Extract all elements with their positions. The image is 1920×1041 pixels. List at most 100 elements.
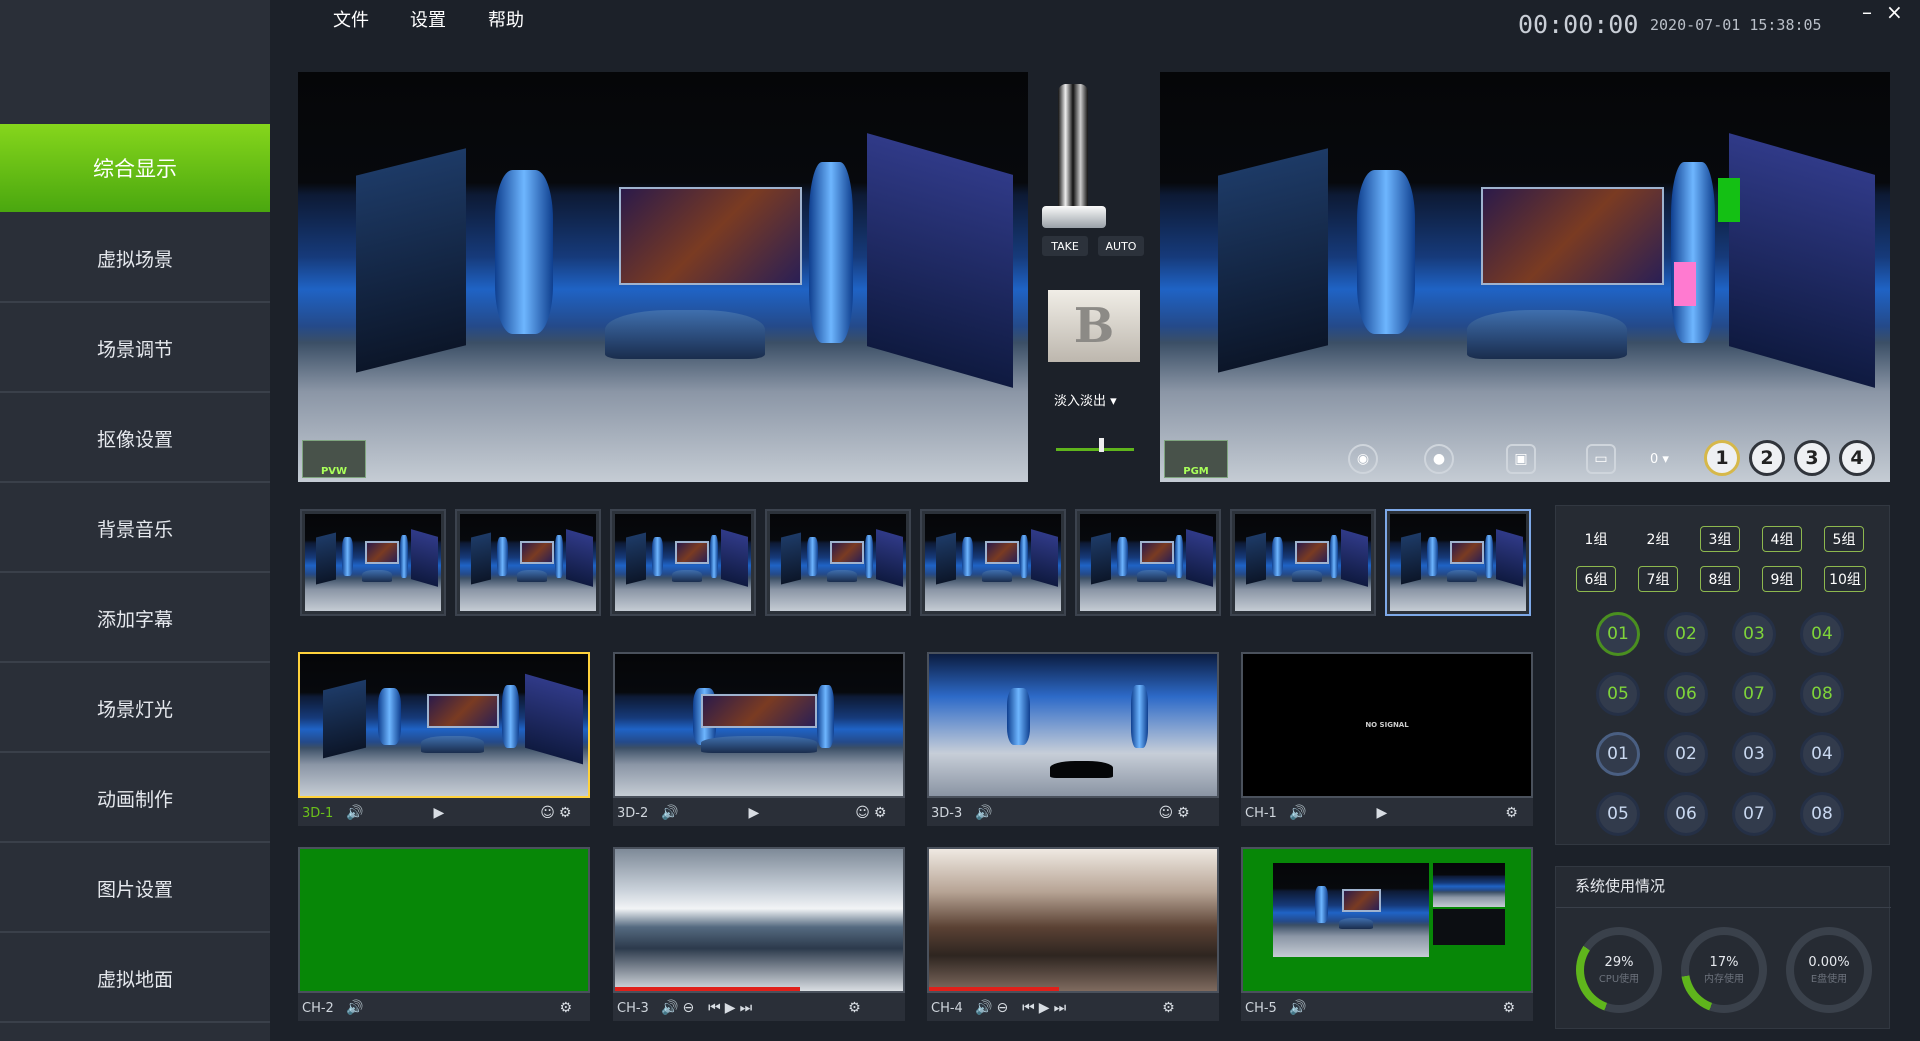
channel-button[interactable]: 05 <box>1596 672 1640 716</box>
output-1-button[interactable]: 1 <box>1704 440 1740 476</box>
speaker-icon[interactable]: 🔊 <box>975 805 992 821</box>
channel-button[interactable]: 07 <box>1732 792 1776 836</box>
channel-button[interactable]: 02 <box>1664 732 1708 776</box>
sidebar-item-keying[interactable]: 抠像设置 <box>0 395 270 483</box>
channel-button[interactable]: 08 <box>1800 672 1844 716</box>
sidebar-item-bg-music[interactable]: 背景音乐 <box>0 485 270 573</box>
transition-fader[interactable] <box>1034 82 1114 242</box>
source-card-3d-3[interactable]: 3D-3 🔊 ☺ ⚙ <box>927 652 1219 826</box>
camera-preset-thumb[interactable] <box>300 509 446 616</box>
user-icon[interactable]: ☺ <box>1158 805 1173 821</box>
channel-button[interactable]: 07 <box>1732 672 1776 716</box>
speaker-icon[interactable]: 🔊 <box>975 1000 992 1016</box>
camera-preset-thumb[interactable] <box>455 509 601 616</box>
camera-preset-thumb[interactable] <box>1385 509 1531 616</box>
channel-button[interactable]: 08 <box>1800 792 1844 836</box>
gear-icon[interactable]: ⚙ <box>848 1000 861 1016</box>
source-card-ch-5[interactable]: CH-5 🔊 ⚙ <box>1241 847 1533 1021</box>
gear-icon[interactable]: ⚙ <box>874 805 887 821</box>
channel-button[interactable]: 03 <box>1732 612 1776 656</box>
speaker-icon[interactable]: 🔊 <box>661 805 678 821</box>
preview-monitor[interactable]: PVW <box>298 72 1028 482</box>
channel-button[interactable]: 04 <box>1800 612 1844 656</box>
group-button[interactable]: 3组 <box>1700 526 1740 552</box>
channel-button[interactable]: 06 <box>1664 672 1708 716</box>
gear-icon[interactable]: ⚙ <box>1505 805 1518 821</box>
output-count-select[interactable]: 0 ▾ <box>1650 452 1669 467</box>
source-card-ch-4[interactable]: CH-4 🔊 ⊖ ⏮ ▶ ⏭ ⚙ <box>927 847 1219 1021</box>
prev-icon[interactable]: ⏮ <box>1022 1000 1035 1016</box>
source-card-3d-2[interactable]: 3D-2 🔊 ▶ ☺ ⚙ <box>613 652 905 826</box>
output-2-button[interactable]: 2 <box>1749 440 1785 476</box>
pip-icon[interactable]: ▭ <box>1586 444 1616 474</box>
transition-effect-select[interactable]: 淡入淡出 ▾ <box>1054 390 1117 409</box>
group-button[interactable]: 1组 <box>1576 526 1616 552</box>
play-icon[interactable]: ▶ <box>725 1000 736 1016</box>
record-icon[interactable]: ● <box>1424 444 1454 474</box>
channel-button[interactable]: 01 <box>1596 732 1640 776</box>
gear-icon[interactable]: ⚙ <box>1177 805 1190 821</box>
next-icon[interactable]: ⏭ <box>740 1000 753 1016</box>
source-card-ch-3[interactable]: CH-3 🔊 ⊖ ⏮ ▶ ⏭ ⚙ <box>613 847 905 1021</box>
camera-preset-thumb[interactable] <box>920 509 1066 616</box>
play-icon[interactable]: ▶ <box>1376 805 1387 821</box>
stop-icon[interactable]: ⊖ <box>682 1000 694 1016</box>
group-button[interactable]: 6组 <box>1576 566 1616 592</box>
close-button[interactable]: × <box>1886 0 1903 24</box>
minimize-button[interactable]: – <box>1862 0 1872 24</box>
sidebar-item-animation[interactable]: 动画制作 <box>0 755 270 843</box>
group-button[interactable]: 9组 <box>1762 566 1802 592</box>
user-icon[interactable]: ☺ <box>540 805 555 821</box>
gear-icon[interactable]: ⚙ <box>559 805 572 821</box>
speaker-icon[interactable]: 🔊 <box>1289 1000 1306 1016</box>
menu-file[interactable]: 文件 <box>333 6 369 32</box>
channel-button[interactable]: 02 <box>1664 612 1708 656</box>
output-3-button[interactable]: 3 <box>1794 440 1830 476</box>
channel-button[interactable]: 04 <box>1800 732 1844 776</box>
menu-help[interactable]: 帮助 <box>488 6 524 32</box>
speaker-icon[interactable]: 🔊 <box>346 805 363 821</box>
gear-icon[interactable]: ⚙ <box>1162 1000 1175 1016</box>
sidebar-item-lighting[interactable]: 场景灯光 <box>0 665 270 753</box>
group-button[interactable]: 10组 <box>1824 566 1866 592</box>
camera-preset-thumb[interactable] <box>1230 509 1376 616</box>
play-icon[interactable]: ▶ <box>748 805 759 821</box>
menu-settings[interactable]: 设置 <box>410 6 446 32</box>
logo-overlay[interactable]: B <box>1048 290 1140 362</box>
sidebar-item-subtitles[interactable]: 添加字幕 <box>0 575 270 663</box>
camera-icon[interactable]: ◉ <box>1348 444 1378 474</box>
prev-icon[interactable]: ⏮ <box>708 1000 721 1016</box>
channel-button[interactable]: 03 <box>1732 732 1776 776</box>
sidebar-item-virtual-floor[interactable]: 虚拟地面 <box>0 935 270 1023</box>
source-card-ch-1[interactable]: NO SIGNAL CH-1 🔊 ▶ ⚙ <box>1241 652 1533 826</box>
camera-preset-thumb[interactable] <box>610 509 756 616</box>
speaker-icon[interactable]: 🔊 <box>1289 805 1306 821</box>
sidebar-item-virtual-scene[interactable]: 虚拟场景 <box>0 215 270 303</box>
speaker-icon[interactable]: 🔊 <box>661 1000 678 1016</box>
group-button[interactable]: 2组 <box>1638 526 1678 552</box>
group-button[interactable]: 8组 <box>1700 566 1740 592</box>
play-icon[interactable]: ▶ <box>433 805 444 821</box>
group-button[interactable]: 5组 <box>1824 526 1864 552</box>
sidebar-item-scene-adjust[interactable]: 场景调节 <box>0 305 270 393</box>
camera-preset-thumb[interactable] <box>765 509 911 616</box>
sidebar-item-image[interactable]: 图片设置 <box>0 845 270 933</box>
gear-icon[interactable]: ⚙ <box>1502 1000 1515 1016</box>
camera-preset-thumb[interactable] <box>1075 509 1221 616</box>
channel-button[interactable]: 06 <box>1664 792 1708 836</box>
channel-button[interactable]: 05 <box>1596 792 1640 836</box>
speaker-icon[interactable]: 🔊 <box>346 1000 363 1016</box>
next-icon[interactable]: ⏭ <box>1054 1000 1067 1016</box>
volume-slider[interactable] <box>1056 438 1134 452</box>
sidebar-item-overview[interactable]: 综合显示 <box>0 124 270 212</box>
auto-button[interactable]: AUTO <box>1098 236 1144 256</box>
snapshot-icon[interactable]: ▣ <box>1506 444 1536 474</box>
play-icon[interactable]: ▶ <box>1039 1000 1050 1016</box>
group-button[interactable]: 4组 <box>1762 526 1802 552</box>
output-4-button[interactable]: 4 <box>1839 440 1875 476</box>
source-card-3d-1[interactable]: 3D-1 🔊 ▶ ☺ ⚙ <box>298 652 590 826</box>
user-icon[interactable]: ☺ <box>855 805 870 821</box>
gear-icon[interactable]: ⚙ <box>559 1000 572 1016</box>
channel-button[interactable]: 01 <box>1596 612 1640 656</box>
stop-icon[interactable]: ⊖ <box>996 1000 1008 1016</box>
